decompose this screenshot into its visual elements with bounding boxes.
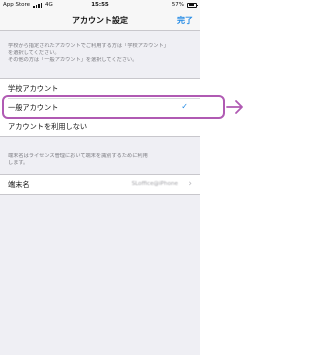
option-label: アカウントを利用しない bbox=[8, 121, 88, 131]
help-line: 学校から指定されたアカウントでご利用する方は「学校アカウント」 bbox=[8, 43, 169, 49]
option-label: 学校アカウント bbox=[8, 83, 59, 93]
help-line: します。 bbox=[8, 160, 29, 166]
account-option-none[interactable]: アカウントを利用しない bbox=[0, 117, 200, 136]
help-line: を選択してください。 bbox=[8, 50, 60, 56]
device-name-row[interactable]: 端末名 SLoffice@iPhone › bbox=[0, 175, 200, 194]
help-line: その他の方は「一般アカウント」を選択してください。 bbox=[8, 57, 138, 63]
help-line: 端末名はライセンス管理において端末を識別するために利用 bbox=[8, 153, 148, 159]
done-button[interactable]: 完了 bbox=[177, 15, 193, 26]
navigation-bar: アカウント設定 完了 bbox=[0, 10, 200, 31]
highlight-frame bbox=[2, 95, 225, 119]
account-help-text: 学校から指定されたアカウントでご利用する方は「学校アカウント」 を選択してくださ… bbox=[8, 43, 194, 64]
device-section: 端末名 SLoffice@iPhone › bbox=[0, 174, 200, 195]
device-name-value: SLoffice@iPhone bbox=[131, 181, 178, 187]
device-name-label: 端末名 bbox=[8, 179, 30, 189]
arrow-right-icon bbox=[226, 100, 243, 114]
chevron-right-icon: › bbox=[188, 179, 192, 189]
status-bar: App Store 4G 15:55 57% bbox=[0, 0, 200, 10]
device-help-text: 端末名はライセンス管理において端末を識別するために利用 します。 bbox=[8, 153, 194, 167]
account-settings-screen: App Store 4G 15:55 57% アカウント設定 完了 学校から指定… bbox=[0, 0, 200, 355]
battery-icon bbox=[187, 2, 198, 8]
status-time: 15:55 bbox=[91, 2, 109, 8]
battery-percent: 57% bbox=[171, 2, 184, 8]
page-title: アカウント設定 bbox=[72, 16, 128, 25]
